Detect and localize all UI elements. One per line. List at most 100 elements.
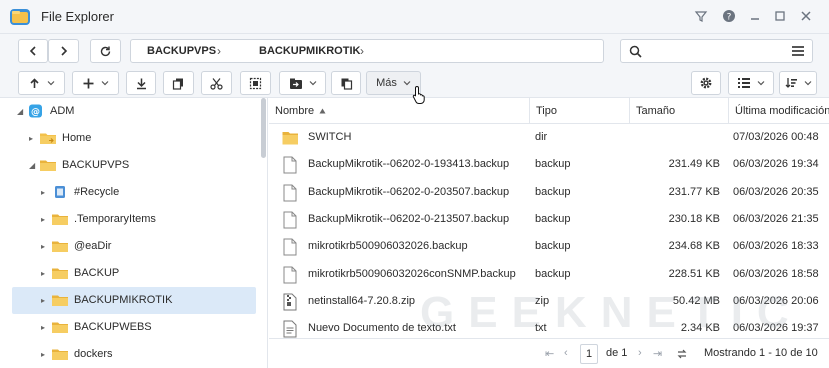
file-type: zip xyxy=(535,294,550,307)
last-page-icon[interactable]: ⇥ xyxy=(653,347,662,360)
cut-button[interactable] xyxy=(201,71,232,95)
tree-item[interactable]: ▸ #Recycle xyxy=(0,179,262,206)
breadcrumb-item[interactable]: BACKUPMIKROTIK xyxy=(259,45,360,57)
breadcrumb-item[interactable]: BACKUPVPS xyxy=(147,45,216,57)
tree-item[interactable]: ▸ .TemporaryItems xyxy=(0,206,262,233)
column-header-type[interactable]: Tipo xyxy=(530,98,630,124)
chevron-down-icon xyxy=(47,81,55,86)
refresh-icon xyxy=(100,46,111,56)
table-row[interactable]: BackupMikrotik--06202-0-203507.backup bac… xyxy=(269,179,829,206)
file-modified: 06/03/2026 18:33 xyxy=(733,240,819,253)
tree-item[interactable]: ▸ dockers xyxy=(0,341,262,368)
file-size: 228.51 KB xyxy=(668,267,720,280)
column-header-modified[interactable]: Última modificación xyxy=(729,98,829,124)
table-header: Nombre Tipo Tamaño Última modificación xyxy=(269,98,829,124)
file-size: 231.49 KB xyxy=(668,158,720,171)
file-type: backup xyxy=(535,267,571,280)
folder-icon xyxy=(52,349,68,360)
create-button[interactable] xyxy=(72,71,119,95)
collapsed-arrow-icon[interactable]: ▸ xyxy=(41,297,49,305)
close-icon[interactable] xyxy=(798,9,814,25)
refresh-button[interactable] xyxy=(90,39,121,63)
tree-item[interactable]: ▸ Home xyxy=(0,125,262,152)
refresh-icon[interactable] xyxy=(676,348,688,360)
title-bar: File Explorer ? xyxy=(0,0,829,34)
next-page-icon[interactable]: › xyxy=(638,347,642,359)
column-header-label: Nombre xyxy=(275,105,315,117)
table-row[interactable]: Nuevo Documento de texto.txt txt 2.34 KB 06… xyxy=(269,315,829,338)
file-icon xyxy=(283,266,297,283)
view-mode-button[interactable] xyxy=(728,71,774,95)
hand-cursor-icon xyxy=(412,85,425,104)
expanded-arrow-icon[interactable]: ◢ xyxy=(17,108,25,116)
column-header-label: Tipo xyxy=(536,105,557,117)
collapsed-arrow-icon[interactable]: ▸ xyxy=(41,324,49,332)
sort-button[interactable] xyxy=(779,71,817,95)
column-header-name[interactable]: Nombre xyxy=(269,98,530,124)
tree-item[interactable]: ▸ @eaDir xyxy=(0,233,262,260)
home-folder-icon xyxy=(40,133,56,144)
copy-button[interactable] xyxy=(163,71,194,95)
path-bar[interactable]: BACKUPVPS › BACKUPMIKROTIK › xyxy=(130,39,604,63)
forward-button[interactable] xyxy=(48,39,79,63)
list-options-icon[interactable] xyxy=(791,45,805,58)
file-modified: 06/03/2026 20:35 xyxy=(733,185,819,198)
file-modified: 06/03/2026 18:58 xyxy=(733,267,819,280)
first-page-icon[interactable]: ⇤ xyxy=(545,347,554,360)
table-row[interactable]: SWITCH dir 07/03/2026 00:48 xyxy=(269,124,829,151)
table-row[interactable]: BackupMikrotik--06202-0-193413.backup bac… xyxy=(269,151,829,178)
tree-item-label: dockers xyxy=(74,348,113,360)
pagination-bar: ⇤ ‹ 1 de 1 › ⇥ Mostrando 1 - 10 de 10 xyxy=(269,338,829,368)
help-icon[interactable]: ? xyxy=(721,9,737,25)
tree-item[interactable]: ◢ BACKUPVPS xyxy=(0,152,262,179)
file-list: Nombre Tipo Tamaño Última modificación S… xyxy=(269,98,829,338)
download-button[interactable] xyxy=(126,71,156,95)
back-button[interactable] xyxy=(18,39,48,63)
collapsed-arrow-icon[interactable]: ▸ xyxy=(41,351,49,359)
collapsed-arrow-icon[interactable]: ▸ xyxy=(41,270,49,278)
tree-scrollbar[interactable] xyxy=(261,98,266,158)
copy-to-icon xyxy=(289,78,302,89)
collapsed-arrow-icon[interactable]: ▸ xyxy=(41,189,49,197)
copy-to-button[interactable] xyxy=(279,71,326,95)
settings-button[interactable] xyxy=(691,71,721,95)
table-row[interactable]: BackupMikrotik--06202-0-213507.backup bac… xyxy=(269,206,829,233)
file-modified: 06/03/2026 21:35 xyxy=(733,212,819,225)
breadcrumb-separator-icon: › xyxy=(360,44,364,58)
select-all-button[interactable] xyxy=(240,71,271,95)
file-name: netinstall64-7.20.8.zip xyxy=(308,294,416,307)
table-row[interactable]: mikrotikrb500906032026.backup backup 234.6… xyxy=(269,233,829,260)
chevron-down-icon xyxy=(403,81,411,86)
tree-item-label: #Recycle xyxy=(74,186,120,198)
collapsed-arrow-icon[interactable]: ▸ xyxy=(29,135,37,143)
tree-item[interactable]: ◢ @ ADM xyxy=(0,98,262,125)
table-row[interactable]: netinstall64-7.20.8.zip zip 50.42 MB 06/03/… xyxy=(269,288,829,315)
file-name: BackupMikrotik--06202-0-203507.backup xyxy=(308,185,510,198)
file-name: mikrotikrb500906032026conSNMP.backup xyxy=(308,267,516,280)
previous-page-icon[interactable]: ‹ xyxy=(564,347,568,359)
folder-icon xyxy=(52,214,68,225)
list-view-icon xyxy=(738,78,750,88)
chevron-right-icon xyxy=(60,46,67,56)
tree-item[interactable]: ▸ BACKUP xyxy=(0,260,262,287)
folder-icon xyxy=(282,132,298,145)
expanded-arrow-icon[interactable]: ◢ xyxy=(29,162,37,170)
page-number-input[interactable]: 1 xyxy=(580,344,598,364)
tree-item[interactable]: ▸ BACKUPWEBS xyxy=(0,314,262,341)
maximize-icon[interactable] xyxy=(772,9,788,25)
collapsed-arrow-icon[interactable]: ▸ xyxy=(41,243,49,251)
column-header-size[interactable]: Tamaño xyxy=(630,98,729,124)
tree-item[interactable]: ▸ BACKUPMIKROTIK xyxy=(12,287,256,314)
upload-button[interactable] xyxy=(18,71,65,95)
file-size: 230.18 KB xyxy=(668,212,720,225)
collapsed-arrow-icon[interactable]: ▸ xyxy=(41,216,49,224)
gear-icon xyxy=(700,77,712,89)
table-row[interactable]: mikrotikrb500906032026conSNMP.backup back… xyxy=(269,261,829,288)
download-icon xyxy=(136,78,146,89)
chevron-left-icon xyxy=(29,46,36,56)
search-input[interactable] xyxy=(620,39,813,63)
select-all-icon xyxy=(249,77,262,89)
filter-icon[interactable] xyxy=(693,9,709,25)
duplicate-button[interactable] xyxy=(331,71,361,95)
minimize-icon[interactable] xyxy=(747,9,763,25)
